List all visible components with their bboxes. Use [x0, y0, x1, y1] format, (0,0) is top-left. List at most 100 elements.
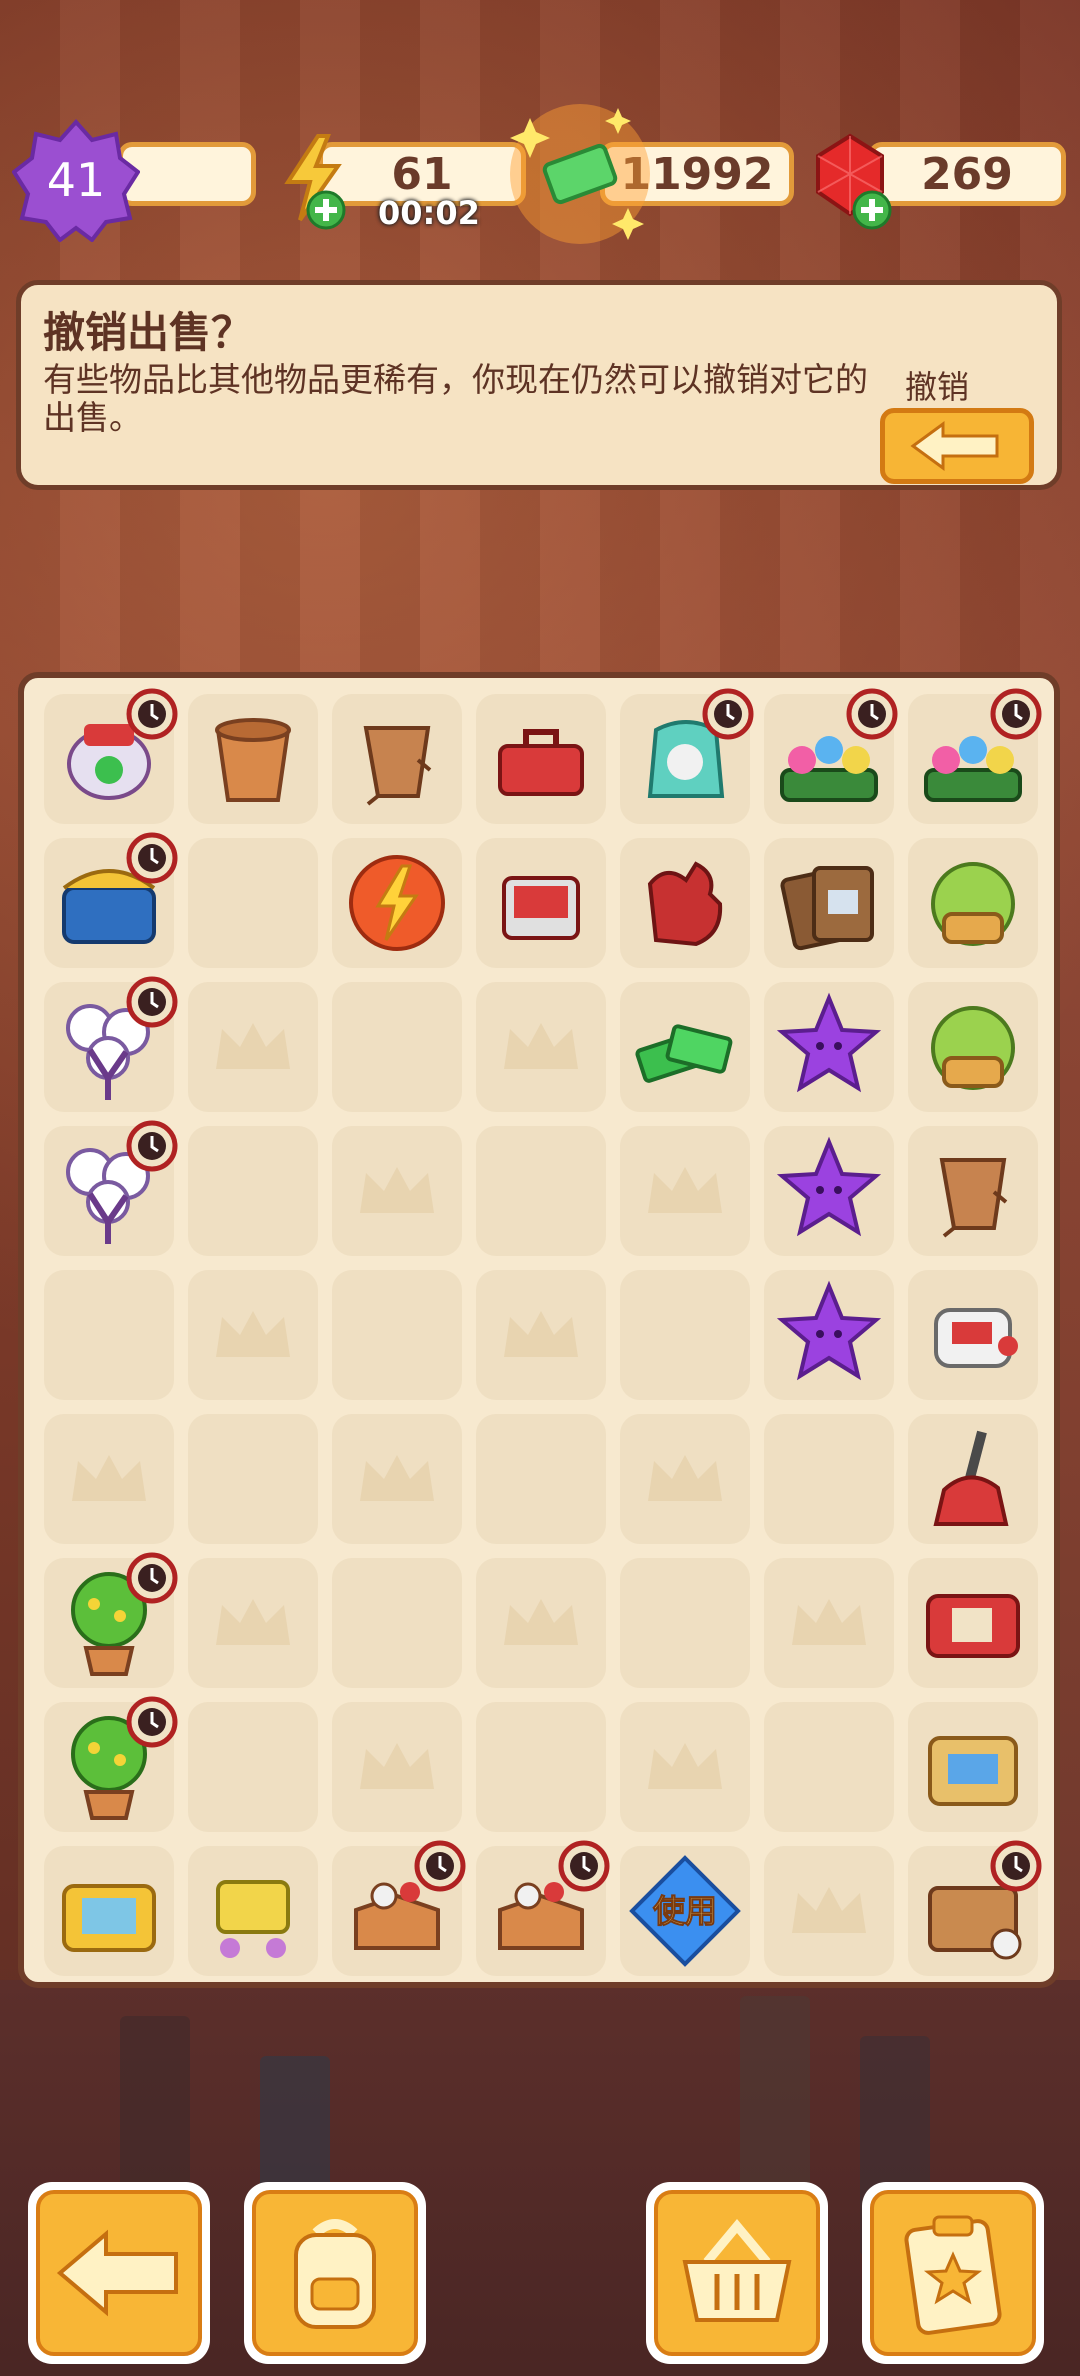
board-cell[interactable] — [44, 1270, 174, 1400]
red-gloves-item[interactable] — [620, 838, 750, 968]
flower-bed-item[interactable] — [908, 688, 1042, 824]
board-cell[interactable] — [620, 1270, 750, 1400]
board-cell[interactable] — [188, 838, 318, 968]
crown-placeholder-icon — [648, 1167, 722, 1213]
board-cell[interactable]: 使用 — [620, 1846, 750, 1976]
crown-placeholder-icon — [360, 1743, 434, 1789]
broken-pot-item[interactable] — [332, 694, 462, 824]
purple-star-item[interactable] — [764, 1270, 894, 1400]
board-cell[interactable] — [620, 1702, 750, 1832]
energy-orb-item[interactable] — [332, 838, 462, 968]
cash-stack-icon — [635, 1024, 733, 1083]
gem-counter: 269 — [868, 142, 1066, 206]
broom-icon — [933, 1430, 1009, 1526]
timer-badge-icon — [414, 1840, 466, 1892]
board-cell[interactable] — [188, 1270, 318, 1400]
shop-basket-button[interactable] — [646, 2182, 828, 2364]
board-cell[interactable] — [332, 1414, 462, 1544]
board-cell[interactable] — [332, 1702, 462, 1832]
timer-badge-icon — [126, 688, 178, 740]
salad-icon — [931, 862, 1015, 946]
board-cell[interactable] — [44, 1414, 174, 1544]
clay-pot-item[interactable] — [188, 694, 318, 824]
basket-icon — [682, 2218, 792, 2322]
board-cell[interactable] — [476, 1126, 606, 1256]
board-cell[interactable] — [764, 1414, 894, 1544]
board-cell[interactable] — [188, 1126, 318, 1256]
broken-pot-item[interactable] — [908, 1126, 1038, 1256]
add-energy-icon[interactable] — [306, 190, 346, 230]
crown-placeholder-icon — [216, 1599, 290, 1645]
crown-placeholder-icon — [216, 1023, 290, 1069]
timer-badge-icon — [702, 688, 754, 740]
gift-cart-item[interactable] — [188, 1846, 318, 1976]
red-toolbox-icon — [498, 729, 584, 796]
tasks-clipboard-button[interactable] — [862, 2182, 1044, 2364]
board-cell[interactable] — [476, 1414, 606, 1544]
undo-arrow-icon — [910, 421, 999, 471]
cotton-plant-item[interactable] — [44, 976, 178, 1112]
crate-item[interactable] — [908, 1840, 1042, 1976]
board-cell[interactable] — [188, 982, 318, 1112]
board-cell[interactable] — [476, 1558, 606, 1688]
money-tree-item[interactable] — [44, 1696, 178, 1832]
back-button[interactable] — [28, 2182, 210, 2364]
broom-item[interactable] — [908, 1414, 1038, 1544]
red-toolbox-item[interactable] — [476, 694, 606, 824]
salad-item[interactable] — [908, 838, 1038, 968]
open-box-item[interactable] — [476, 1840, 610, 1976]
gift-case-item[interactable] — [908, 1702, 1038, 1832]
energy-value: 61 — [391, 148, 453, 200]
board-cell[interactable] — [188, 1558, 318, 1688]
salad-item[interactable] — [908, 982, 1038, 1112]
add-gems-icon[interactable] — [852, 190, 892, 230]
timer-badge-icon — [990, 688, 1042, 740]
lantern-dragon-item[interactable] — [44, 688, 178, 824]
open-box-item[interactable] — [332, 1840, 466, 1976]
board-cell[interactable] — [332, 1126, 462, 1256]
crown-placeholder-icon — [504, 1023, 578, 1069]
flower-bed-item[interactable] — [764, 688, 898, 824]
board-cell[interactable] — [620, 1414, 750, 1544]
board-cell[interactable] — [764, 1702, 894, 1832]
treasure-chest-item[interactable] — [44, 832, 178, 968]
cotton-plant-item[interactable] — [44, 1120, 178, 1256]
red-box-item[interactable] — [476, 838, 606, 968]
level-badge-icon[interactable]: 41 — [12, 118, 140, 242]
board-cell[interactable] — [476, 982, 606, 1112]
board-cell[interactable] — [620, 1558, 750, 1688]
board-cell[interactable] — [476, 1702, 606, 1832]
board-cell[interactable] — [332, 1270, 462, 1400]
purple-star-item[interactable] — [764, 1126, 894, 1256]
board-cell[interactable] — [764, 1558, 894, 1688]
robot-toy-item[interactable] — [908, 1270, 1038, 1400]
board-cell[interactable] — [764, 1846, 894, 1976]
timer-badge-icon — [990, 1840, 1042, 1892]
gem-value: 269 — [921, 148, 1013, 200]
red-suitcase-item[interactable] — [908, 1558, 1038, 1688]
board-cell[interactable] — [188, 1414, 318, 1544]
board-cell[interactable] — [332, 1558, 462, 1688]
use-label: 使用 — [652, 1892, 717, 1930]
crown-placeholder-icon — [216, 1311, 290, 1357]
undo-label: 撤销 — [905, 368, 970, 406]
board-cell[interactable] — [188, 1702, 318, 1832]
board-cell[interactable] — [620, 1126, 750, 1256]
purple-star-item[interactable] — [764, 982, 894, 1112]
board-cell[interactable] — [332, 982, 462, 1112]
clay-pot-icon — [215, 718, 291, 802]
money-tree-item[interactable] — [44, 1552, 178, 1688]
panel-title: 撤销出售？ — [43, 308, 254, 357]
crown-placeholder-icon — [648, 1455, 722, 1501]
backpack-button[interactable] — [244, 2182, 426, 2364]
cardboard-item[interactable] — [764, 838, 894, 968]
gold-box-item[interactable] — [44, 1846, 174, 1976]
trash-bag-item[interactable] — [620, 688, 754, 824]
timer-badge-icon — [558, 1840, 610, 1892]
cash-stack-item[interactable] — [620, 982, 750, 1112]
use-booster-icon: 使用 — [629, 1855, 741, 1967]
undo-button[interactable] — [880, 408, 1034, 484]
board-cell[interactable] — [476, 1270, 606, 1400]
red-suitcase-icon — [926, 1594, 1020, 1658]
red-box-icon — [502, 876, 580, 940]
